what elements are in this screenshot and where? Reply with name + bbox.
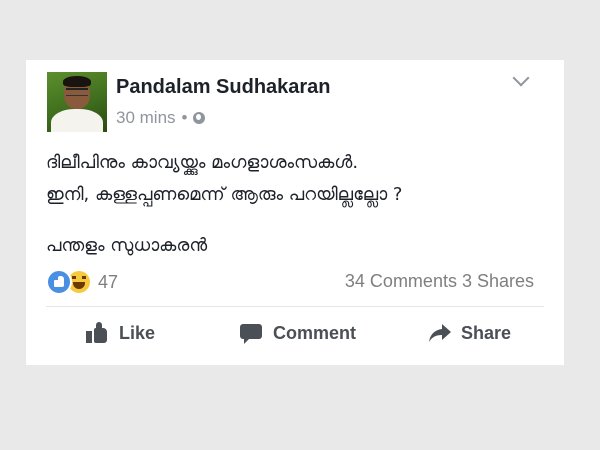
like-label: Like [119, 322, 156, 343]
share-arrow-icon [428, 322, 452, 344]
thumbs-up-icon [86, 322, 110, 344]
meta-separator: • [181, 108, 188, 127]
share-label: Share [461, 322, 512, 343]
reaction-count: 47 [98, 271, 119, 292]
author-avatar[interactable] [47, 72, 107, 132]
comments-shares-count[interactable]: 34 Comments 3 Shares [345, 271, 534, 292]
chevron-down-icon[interactable] [512, 69, 530, 87]
share-button[interactable]: Share [428, 322, 511, 344]
author-name[interactable]: Pandalam Sudhakaran [116, 76, 331, 99]
globe-icon[interactable] [193, 112, 206, 124]
comment-bubble-icon [240, 322, 264, 344]
post-meta: 30 mins • [116, 108, 206, 128]
post-timestamp[interactable]: 30 mins [116, 108, 176, 128]
reactions-summary[interactable]: 47 [46, 269, 118, 295]
like-reaction-icon [46, 269, 72, 295]
facebook-post-card: Pandalam Sudhakaran 30 mins • ദിലീപിനും … [26, 60, 564, 365]
comment-button[interactable]: Comment [240, 322, 356, 344]
comment-label: Comment [273, 322, 357, 343]
post-signature: പന്തളം സുധാകരൻ [46, 235, 208, 256]
like-button[interactable]: Like [86, 322, 155, 344]
post-text-line-1: ദിലീപിനും കാവ്യയ്ക്കും മംഗളാശംസകൾ. [46, 152, 359, 173]
divider [46, 306, 544, 307]
post-text-line-2: ഇനി, കള്ളപ്പണമെന്ന് ആരും പറയില്ലല്ലോ ? [46, 184, 403, 205]
